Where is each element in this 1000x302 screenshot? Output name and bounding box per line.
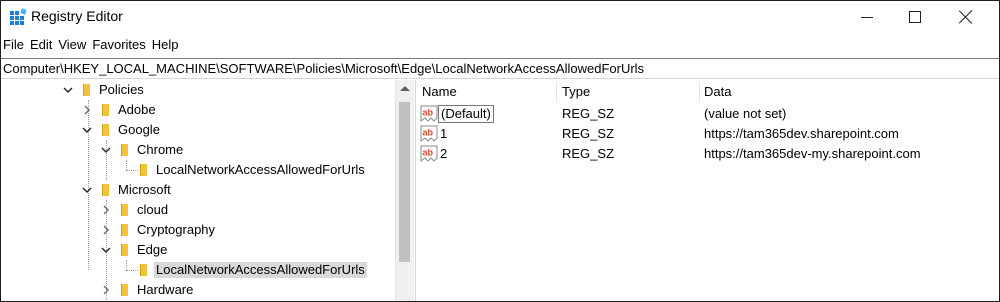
menu-edit[interactable]: Edit xyxy=(27,35,55,55)
tree-item-microsoft[interactable]: Microsoft xyxy=(1,180,381,200)
tree-item-label: Policies xyxy=(99,82,144,97)
tree-item-policies[interactable]: Policies xyxy=(1,80,381,100)
value-name: (Default) xyxy=(438,105,494,123)
menu-file[interactable]: File xyxy=(1,35,27,55)
value-row[interactable]: ab 1 REG_SZ https://tam365dev.sharepoint… xyxy=(416,124,999,144)
folder-icon xyxy=(121,204,128,216)
minimize-icon xyxy=(861,16,873,18)
tree-item-adobe[interactable]: Adobe xyxy=(1,100,381,120)
column-header-name[interactable]: Name xyxy=(422,82,457,102)
value-data: (value not set) xyxy=(704,106,787,121)
maximize-icon xyxy=(909,11,921,23)
tree-item-label: Adobe xyxy=(118,102,156,117)
tree-item-hardware[interactable]: Hardware xyxy=(1,280,381,300)
svg-text:ab: ab xyxy=(423,148,434,158)
folder-icon xyxy=(102,184,109,196)
close-button[interactable] xyxy=(943,1,989,33)
tree-item-label: Chrome xyxy=(137,142,184,157)
svg-text:ab: ab xyxy=(423,108,434,118)
chevron-down-icon[interactable] xyxy=(101,245,111,255)
tree-item-cloud[interactable]: cloud xyxy=(1,200,381,220)
tree-item-label: Cryptography xyxy=(137,222,216,237)
value-type: REG_SZ xyxy=(562,146,615,161)
title-bar: Registry Editor xyxy=(1,1,999,33)
reg-sz-icon: ab xyxy=(420,145,438,162)
value-type: REG_SZ xyxy=(562,126,615,141)
tree-item-label-selected: LocalNetworkAccessAllowedForUrls xyxy=(154,262,367,278)
tree-item-label: Hardware xyxy=(137,282,194,297)
minimize-button[interactable] xyxy=(844,1,890,33)
folder-icon xyxy=(102,124,109,136)
folder-icon xyxy=(83,84,90,96)
menu-help[interactable]: Help xyxy=(149,35,182,55)
tree-scrollbar[interactable] xyxy=(395,80,414,301)
column-header-type[interactable]: Type xyxy=(562,82,590,102)
value-row[interactable]: ab (Default) REG_SZ (value not set) xyxy=(416,104,999,124)
menu-view[interactable]: View xyxy=(55,35,89,55)
folder-icon xyxy=(140,164,147,176)
chevron-down-icon[interactable] xyxy=(82,125,92,135)
values-list[interactable]: Name Type Data ab (Default) REG_SZ (valu… xyxy=(415,80,999,301)
value-data: https://tam365dev.sharepoint.com xyxy=(704,126,899,141)
column-separator[interactable] xyxy=(556,82,557,102)
value-data: https://tam365dev-my.sharepoint.com xyxy=(704,146,921,161)
tree-item-cryptography[interactable]: Cryptography xyxy=(1,220,381,240)
menu-favorites[interactable]: Favorites xyxy=(89,35,148,55)
value-name: 1 xyxy=(440,126,448,141)
reg-sz-icon: ab xyxy=(420,105,438,122)
scroll-up-icon[interactable] xyxy=(400,86,410,91)
tree-item-label: LocalNetworkAccessAllowedForUrls xyxy=(156,162,365,177)
registry-editor-window: Registry Editor File Edit View Favorites… xyxy=(0,0,1000,302)
menu-bar: File Edit View Favorites Help xyxy=(1,35,182,55)
tree-item-label: cloud xyxy=(137,202,169,217)
scrollbar-thumb[interactable] xyxy=(399,102,410,262)
tree-item-label: Microsoft xyxy=(118,182,171,197)
tree-item-label: Edge xyxy=(137,242,168,257)
value-name: 2 xyxy=(440,146,448,161)
chevron-down-icon[interactable] xyxy=(82,185,92,195)
chevron-down-icon[interactable] xyxy=(63,85,73,95)
chevron-right-icon[interactable] xyxy=(101,205,111,215)
chevron-right-icon[interactable] xyxy=(101,225,111,235)
key-tree[interactable]: Policies Adobe Google Chrome LocalNetwor… xyxy=(1,80,396,301)
chevron-down-icon[interactable] xyxy=(101,145,111,155)
folder-icon xyxy=(121,244,128,256)
address-bar[interactable]: Computer\HKEY_LOCAL_MACHINE\SOFTWARE\Pol… xyxy=(1,58,999,79)
tree-item-chrome-localnetworkaccessallowedforurls[interactable]: LocalNetworkAccessAllowedForUrls xyxy=(1,160,381,180)
tree-item-edge[interactable]: Edge xyxy=(1,240,381,260)
registry-editor-icon xyxy=(10,8,27,25)
window-title: Registry Editor xyxy=(31,8,123,24)
folder-icon xyxy=(121,144,128,156)
chevron-right-icon[interactable] xyxy=(82,105,92,115)
folder-icon xyxy=(121,284,128,296)
svg-text:ab: ab xyxy=(423,128,434,138)
tree-item-google[interactable]: Google xyxy=(1,120,381,140)
maximize-button[interactable] xyxy=(892,1,938,33)
tree-item-label: Google xyxy=(118,122,160,137)
value-type: REG_SZ xyxy=(562,106,615,121)
column-header-data[interactable]: Data xyxy=(704,82,731,102)
value-row[interactable]: ab 2 REG_SZ https://tam365dev-my.sharepo… xyxy=(416,144,999,164)
folder-icon xyxy=(121,224,128,236)
folder-icon xyxy=(140,264,147,276)
tree-item-chrome[interactable]: Chrome xyxy=(1,140,381,160)
chevron-right-icon[interactable] xyxy=(101,285,111,295)
tree-item-edge-localnetworkaccessallowedforurls[interactable]: LocalNetworkAccessAllowedForUrls xyxy=(1,260,381,280)
reg-sz-icon: ab xyxy=(420,125,438,142)
folder-icon xyxy=(102,104,109,116)
column-separator[interactable] xyxy=(699,82,700,102)
close-icon xyxy=(959,10,973,24)
